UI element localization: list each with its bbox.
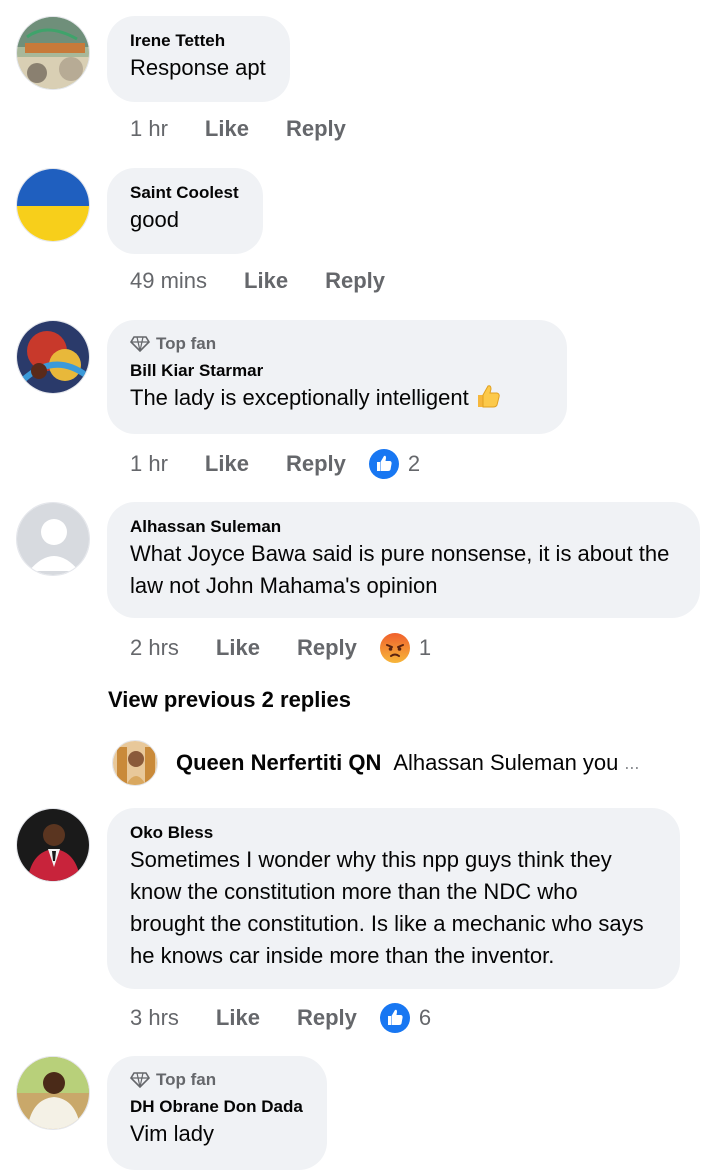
avatar[interactable] bbox=[112, 740, 158, 786]
comment-text: Response apt bbox=[130, 55, 266, 80]
comment-text: The lady is exceptionally intelligent bbox=[130, 382, 543, 418]
author-name[interactable]: DH Obrane Don Dada bbox=[130, 1096, 303, 1118]
top-fan-badge: Top fan bbox=[130, 1070, 303, 1090]
top-fan-label: Top fan bbox=[156, 334, 217, 353]
thumbs-up-emoji-icon bbox=[475, 383, 501, 418]
avatar[interactable] bbox=[16, 502, 90, 576]
diamond-icon bbox=[130, 1072, 150, 1088]
reaction-count: 1 bbox=[418, 635, 432, 660]
like-reaction-icon bbox=[379, 1003, 410, 1033]
blue-yellow-flag-avatar-icon bbox=[17, 169, 89, 241]
reaction-count: 2 bbox=[407, 451, 421, 476]
comment-actions: 49 mins Like Reply bbox=[130, 268, 385, 294]
man-in-white-shirt-avatar-icon bbox=[17, 1057, 89, 1129]
like-button[interactable]: Like bbox=[216, 635, 260, 661]
reply-button[interactable]: Reply bbox=[286, 451, 346, 477]
top-fan-label: Top fan bbox=[156, 1070, 217, 1089]
man-in-red-suit-avatar-icon bbox=[17, 809, 89, 881]
author-name[interactable]: Bill Kiar Starmar bbox=[130, 360, 543, 382]
timestamp[interactable]: 1 hr bbox=[130, 116, 168, 142]
like-button[interactable]: Like bbox=[205, 116, 249, 142]
comment-text: What Joyce Bawa said is pure nonsense, i… bbox=[130, 541, 670, 598]
avatar[interactable] bbox=[16, 168, 90, 242]
like-button[interactable]: Like bbox=[244, 268, 288, 294]
reply-button[interactable]: Reply bbox=[286, 116, 346, 142]
avatar[interactable] bbox=[16, 16, 90, 90]
view-previous-replies-link[interactable]: View previous 2 replies bbox=[108, 687, 351, 713]
like-button[interactable]: Like bbox=[205, 451, 249, 477]
reply-author-name[interactable]: Queen Nerfertiti QN bbox=[176, 750, 381, 776]
comment-text: Vim lady bbox=[130, 1121, 214, 1146]
landscape-photo-avatar-icon bbox=[17, 17, 89, 89]
comment-text: Sometimes I wonder why this npp guys thi… bbox=[130, 847, 644, 968]
reply-ellipsis: ... bbox=[624, 752, 640, 773]
woman-portrait-avatar-icon bbox=[113, 741, 157, 785]
comment-bubble: Irene Tetteh Response apt bbox=[107, 16, 290, 102]
reply-button[interactable]: Reply bbox=[325, 268, 385, 294]
reaction-summary[interactable]: 6 bbox=[379, 1002, 431, 1034]
like-button[interactable]: Like bbox=[216, 1005, 260, 1031]
avatar[interactable] bbox=[16, 320, 90, 394]
comment-actions: 1 hr Like Reply bbox=[130, 116, 346, 142]
comment-actions: 1 hr Like Reply 2 bbox=[130, 448, 420, 480]
comment-bubble: Top fan Bill Kiar Starmar The lady is ex… bbox=[107, 320, 567, 434]
top-fan-badge: Top fan bbox=[130, 334, 543, 354]
timestamp[interactable]: 2 hrs bbox=[130, 635, 179, 661]
reply-preview[interactable]: Queen Nerfertiti QN Alhassan Suleman you… bbox=[112, 740, 672, 786]
author-name[interactable]: Saint Coolest bbox=[130, 182, 239, 204]
author-name[interactable]: Irene Tetteh bbox=[130, 30, 266, 52]
avatar[interactable] bbox=[16, 1056, 90, 1130]
reaction-summary[interactable]: 1 bbox=[379, 632, 431, 664]
timestamp[interactable]: 49 mins bbox=[130, 268, 207, 294]
comment-bubble: Top fan DH Obrane Don Dada Vim lady bbox=[107, 1056, 327, 1170]
reply-button[interactable]: Reply bbox=[297, 1005, 357, 1031]
reply-text: Alhassan Suleman you bbox=[393, 750, 619, 775]
comment-bubble: Alhassan Suleman What Joyce Bawa said is… bbox=[107, 502, 700, 618]
author-name[interactable]: Alhassan Suleman bbox=[130, 516, 676, 538]
comment-bubble: Oko Bless Sometimes I wonder why this np… bbox=[107, 808, 680, 989]
angry-reaction-icon bbox=[379, 633, 410, 663]
comment-text-content: The lady is exceptionally intelligent bbox=[130, 385, 469, 410]
author-name[interactable]: Oko Bless bbox=[130, 822, 656, 844]
comment-actions: 3 hrs Like Reply 6 bbox=[130, 1002, 431, 1034]
like-reaction-icon bbox=[368, 449, 399, 479]
abstract-art-avatar-icon bbox=[17, 321, 89, 393]
avatar[interactable] bbox=[16, 808, 90, 882]
timestamp[interactable]: 1 hr bbox=[130, 451, 168, 477]
comment-bubble: Saint Coolest good bbox=[107, 168, 263, 254]
default-profile-avatar-icon bbox=[17, 503, 89, 575]
timestamp[interactable]: 3 hrs bbox=[130, 1005, 179, 1031]
reaction-count: 6 bbox=[418, 1005, 432, 1030]
reply-button[interactable]: Reply bbox=[297, 635, 357, 661]
comment-actions: 2 hrs Like Reply 1 bbox=[130, 632, 431, 664]
diamond-icon bbox=[130, 336, 150, 352]
comment-text: good bbox=[130, 207, 179, 232]
reaction-summary[interactable]: 2 bbox=[368, 448, 420, 480]
